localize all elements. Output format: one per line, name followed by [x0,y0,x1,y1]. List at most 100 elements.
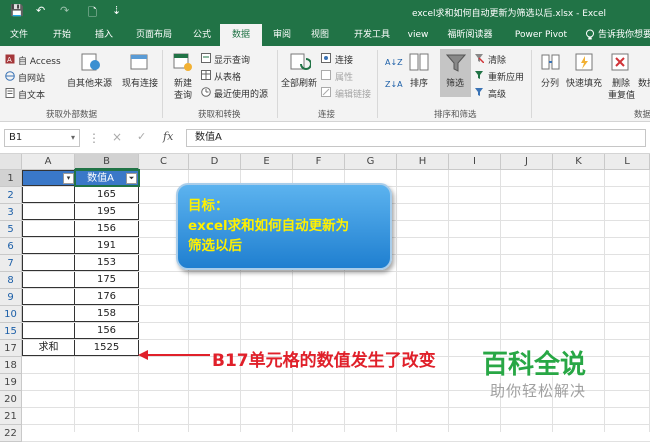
cell-a[interactable] [22,289,75,305]
cell-a[interactable] [22,221,75,237]
recent-sources-button[interactable]: 最近使用的源 [214,87,268,100]
save-icon[interactable]: 💾 [10,4,24,17]
filter-dropdown-a-icon[interactable]: ▾ [63,173,74,184]
cell-a[interactable] [22,255,75,271]
row-header[interactable]: 6 [0,238,22,255]
cell-b[interactable]: 156 [75,323,139,339]
select-all-corner[interactable] [0,154,22,170]
row-header[interactable]: 20 [0,391,22,408]
cell-b[interactable]: 195 [75,204,139,220]
column-header[interactable]: F [293,154,345,170]
column-header[interactable]: E [241,154,293,170]
row-header[interactable]: 9 [0,289,22,306]
row-header[interactable]: 22 [0,425,22,442]
cell-a[interactable] [22,323,75,339]
tab-formulas[interactable]: 公式 [184,24,220,46]
row-header[interactable]: 5 [0,221,22,238]
edit-links-button[interactable]: 编辑链接 [335,87,371,100]
cell-a[interactable] [22,238,75,254]
sort-descending-button[interactable]: Z↓A [385,80,403,89]
tab-insert[interactable]: 插入 [86,24,122,46]
existing-connections-button[interactable]: 现有连接 [122,76,158,89]
sort-ascending-button[interactable]: A↓Z [385,58,403,67]
row-header[interactable]: 18 [0,357,22,374]
tab-review[interactable]: 审阅 [264,24,300,46]
row-header[interactable]: 8 [0,272,22,289]
show-queries-button[interactable]: 显示查询 [214,53,250,66]
tab-page-layout[interactable]: 页面布局 [126,24,182,46]
row-header[interactable]: 19 [0,374,22,391]
advanced-button[interactable]: 高级 [488,87,506,100]
column-header[interactable]: G [345,154,397,170]
row-header[interactable]: 7 [0,255,22,272]
flash-fill-button[interactable]: 快速填充 [566,76,602,89]
text-to-columns-button[interactable]: 分列 [541,76,559,89]
tab-power-pivot[interactable]: Power Pivot [508,24,574,46]
from-table-button[interactable]: 从表格 [214,70,241,83]
data-validation-button[interactable]: 数据 [638,76,650,89]
cell-b[interactable]: 153 [75,255,139,271]
enter-icon[interactable]: ✓ [137,130,146,143]
cell-b[interactable]: 176 [75,289,139,305]
remove-duplicates-label-2[interactable]: 重复值 [608,88,635,101]
cell-a[interactable] [22,306,75,322]
refresh-all-button[interactable]: 全部刷新 [281,76,317,89]
new-query-label-2[interactable]: 查询 [174,88,192,101]
print-preview-icon[interactable]: 🗋 [88,4,97,23]
chevron-down-icon[interactable]: ▾ [71,130,75,146]
filter-active-b-icon[interactable]: ⏷ [126,173,137,184]
connections-button[interactable]: 连接 [335,53,353,66]
tab-developer[interactable]: 开发工具 [344,24,400,46]
cell-b[interactable]: 158 [75,306,139,322]
tab-view[interactable]: 视图 [302,24,338,46]
column-header[interactable]: D [189,154,241,170]
cell-b[interactable]: 1525 [75,340,139,356]
cell-a[interactable]: 求和 [22,340,75,356]
tab-home[interactable]: 开始 [44,24,80,46]
row-header[interactable]: 3 [0,204,22,221]
column-header[interactable]: A [22,154,75,170]
properties-button[interactable]: 属性 [335,70,353,83]
column-header[interactable]: L [605,154,650,170]
tell-me-search[interactable]: 告诉我你想要 [598,24,650,46]
formula-input[interactable]: 数值A [186,129,646,147]
filter-button-active[interactable]: 筛选 [440,49,471,97]
drag-handle-icon[interactable]: ⋮ [88,131,100,145]
other-sources-button[interactable]: 自其他来源 [67,76,112,89]
column-header[interactable]: C [139,154,189,170]
tab-data[interactable]: 数据 [220,24,262,46]
insert-function-icon[interactable]: fx [163,130,173,143]
clear-button[interactable]: 清除 [488,53,506,66]
row-header[interactable]: 15 [0,323,22,340]
sort-button[interactable]: 排序 [410,76,428,89]
column-header[interactable]: I [449,154,501,170]
cell-b[interactable]: 191 [75,238,139,254]
column-header[interactable]: H [397,154,449,170]
column-header[interactable]: J [501,154,553,170]
cell-b[interactable]: 165 [75,187,139,203]
redo-icon[interactable]: ↷ [60,4,69,17]
row-header[interactable]: 21 [0,408,22,425]
from-web-button[interactable]: 自网站 [18,71,45,84]
from-access-button[interactable]: 自 Access [18,54,61,67]
row-header[interactable]: 1 [0,170,22,187]
cell-b[interactable]: 156 [75,221,139,237]
tab-view-en[interactable]: view [402,24,434,46]
cell-a[interactable] [22,272,75,288]
row-header[interactable]: 10 [0,306,22,323]
cell-b[interactable]: 175 [75,272,139,288]
tab-foxit-reader[interactable]: 福昕阅读器 [440,24,500,46]
row-header[interactable]: 17 [0,340,22,357]
customize-toolbar-icon[interactable]: ⇣ [112,4,121,17]
cell-a[interactable] [22,204,75,220]
reapply-button[interactable]: 重新应用 [488,70,524,83]
name-box[interactable]: B1 ▾ [4,129,80,147]
undo-icon[interactable]: ↶ [36,4,45,17]
tab-file[interactable]: 文件 [0,24,38,46]
cancel-icon[interactable]: × [112,130,122,144]
from-text-button[interactable]: 自文本 [18,88,45,101]
column-header[interactable]: B [75,154,139,170]
row-header[interactable]: 2 [0,187,22,204]
cell-a[interactable] [22,187,75,203]
column-header[interactable]: K [553,154,605,170]
